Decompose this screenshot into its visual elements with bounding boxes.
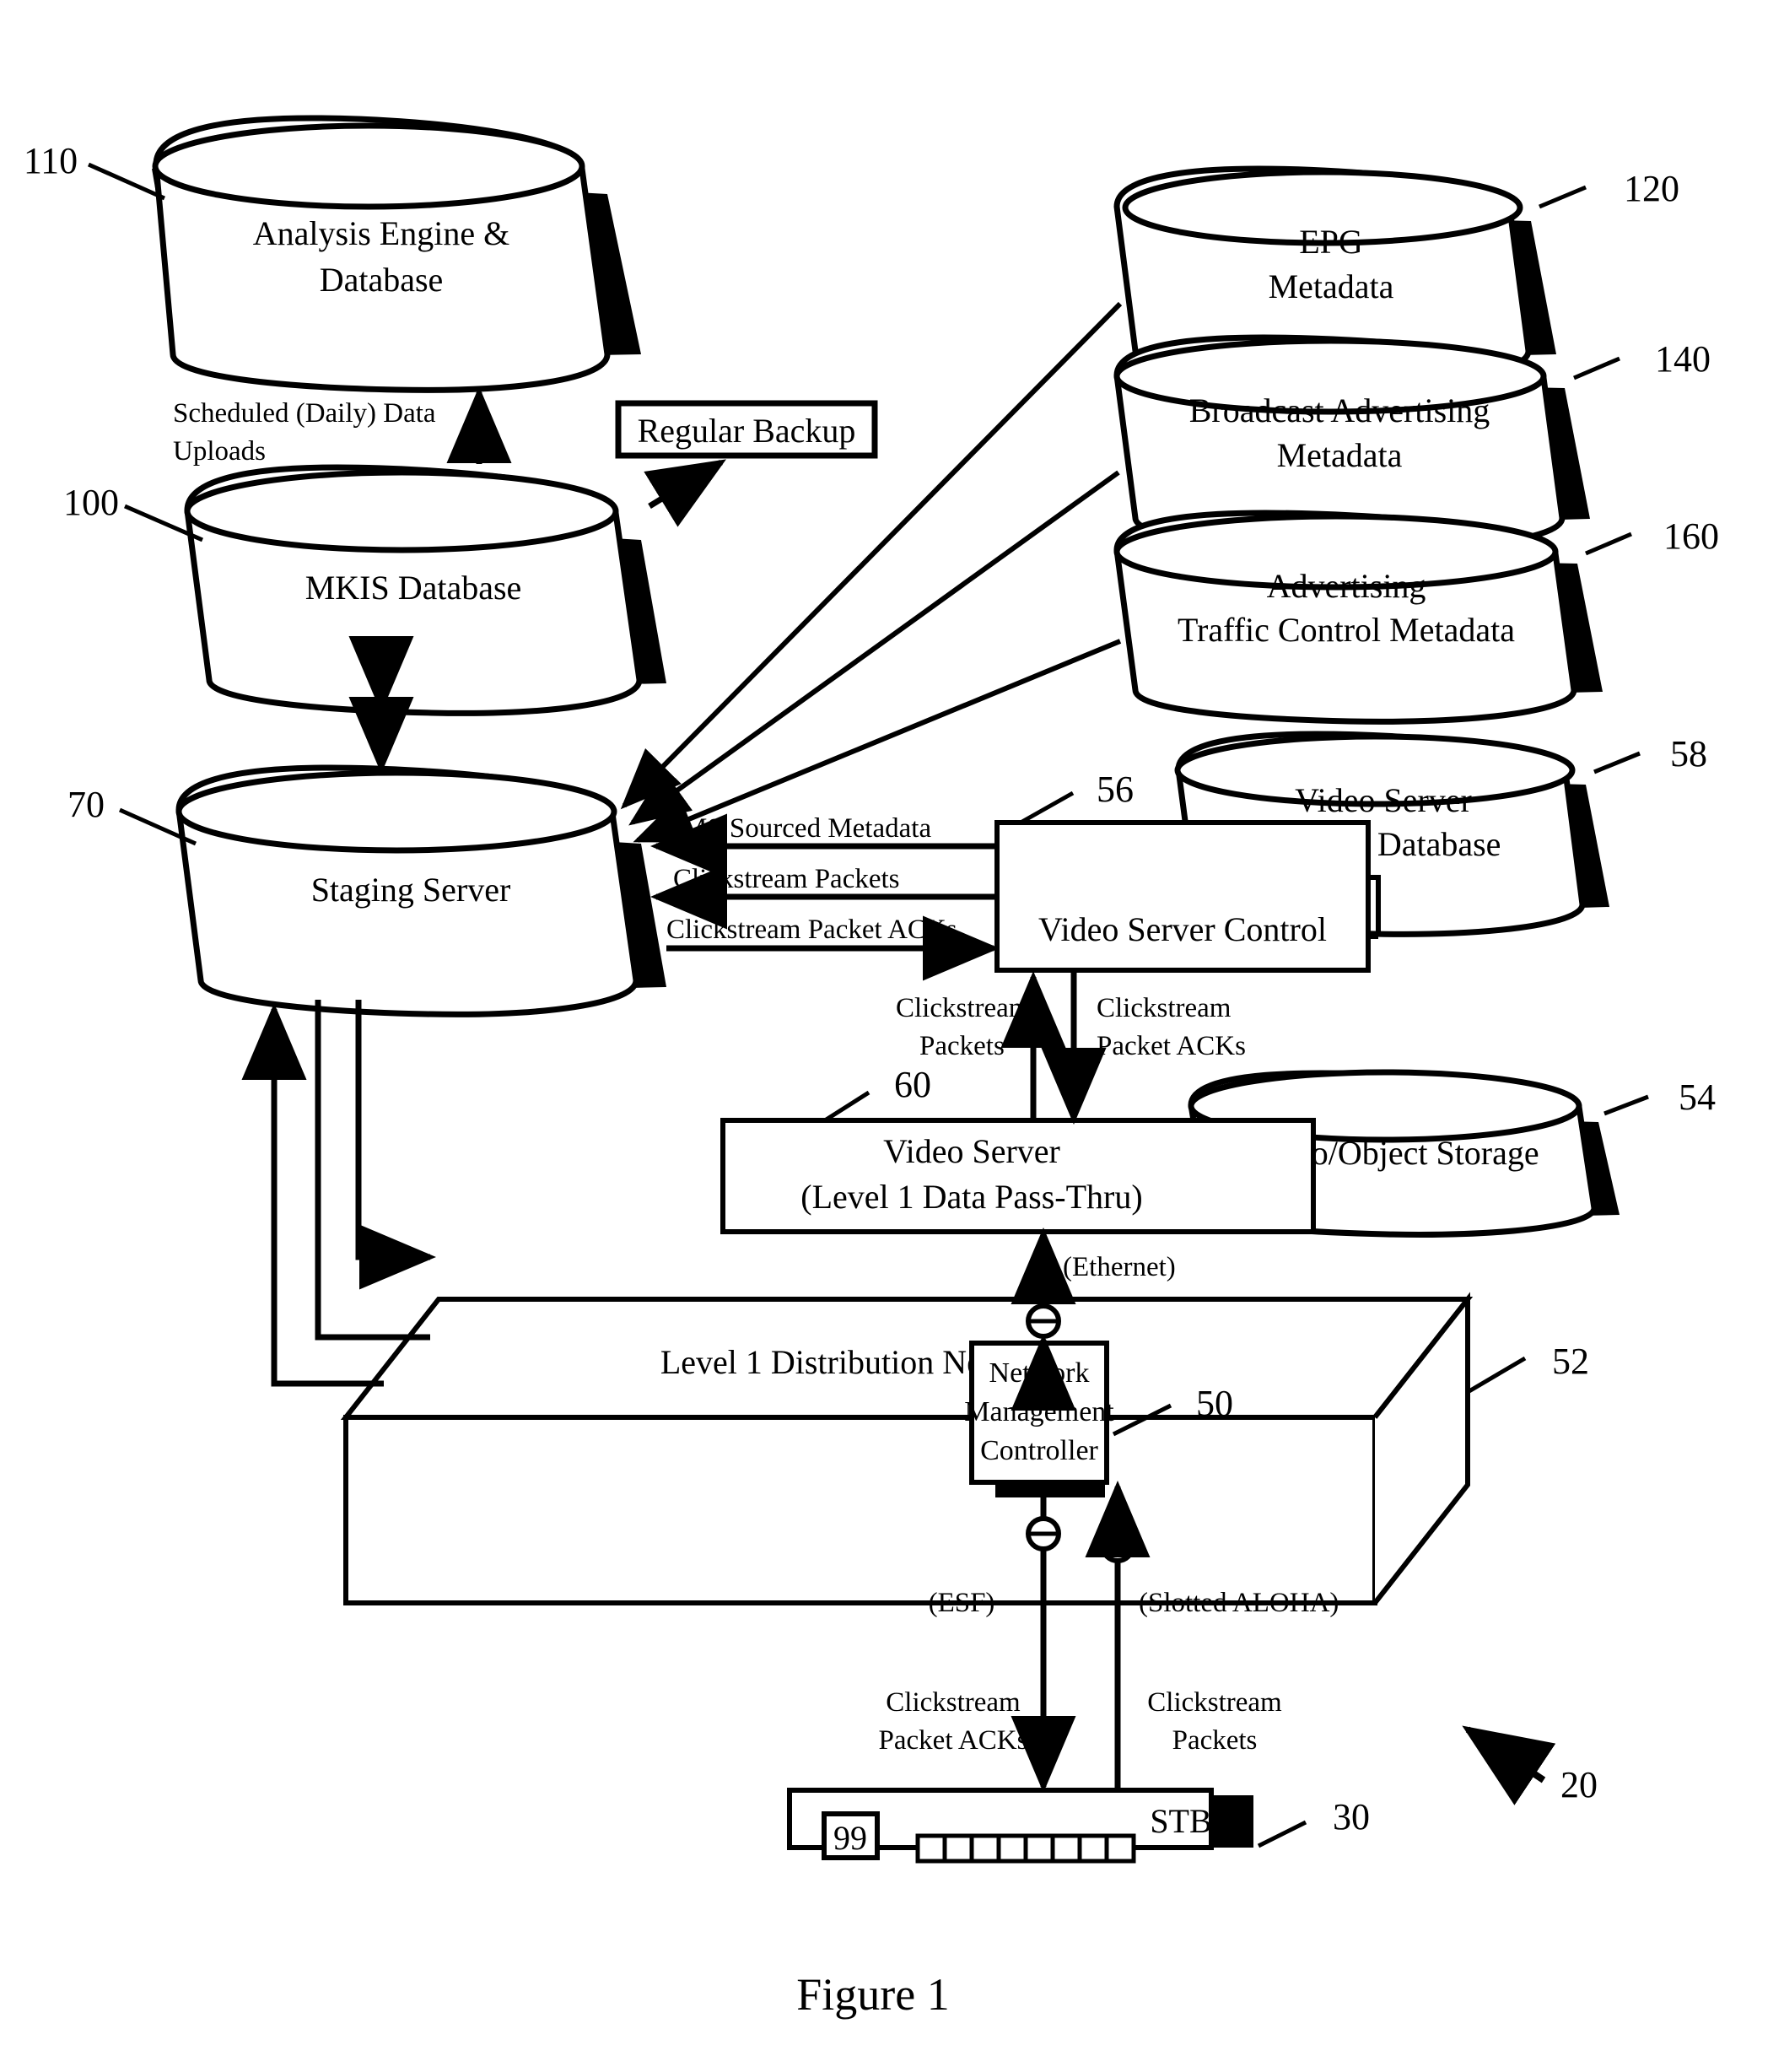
node-regular-backup: Regular Backup <box>615 400 878 459</box>
ad-traffic-label-1: Advertising <box>1267 567 1426 605</box>
ad-traffic-label-2: Traffic Control Metadata <box>1178 611 1515 649</box>
mkis-database-label: MKIS Database <box>305 569 522 607</box>
epg-metadata-label-2: Metadata <box>1269 267 1394 305</box>
ref-160: 160 <box>1663 515 1719 557</box>
epg-metadata-label-1: EPG <box>1299 223 1363 261</box>
stb-channel-display: 99 <box>833 1819 867 1857</box>
ref-140: 140 <box>1655 338 1711 380</box>
flow-vs-packets-1: Clickstream <box>896 993 1031 1023</box>
ref-50: 50 <box>1196 1383 1233 1424</box>
flow-esf: (ESF) <box>929 1588 995 1618</box>
flow-slotted-aloha: (Slotted ALOHA) <box>1139 1588 1339 1618</box>
broadcast-ad-label-2: Metadata <box>1277 436 1403 474</box>
vsc-db-label-1: Video Server <box>1295 781 1472 819</box>
ref-20: 20 <box>1560 1764 1598 1805</box>
nmc-label-2: Management <box>964 1396 1114 1427</box>
nmc-label-1: Network <box>989 1357 1090 1389</box>
flow-stb-acks-2: Packet ACKs <box>879 1725 1028 1756</box>
ref-100: 100 <box>63 482 119 523</box>
patent-figure-1: Analysis Engine & Database 110 MKIS Data… <box>0 0 1784 2072</box>
flow-ims-sourced-metadata: IMS Sourced Metadata <box>673 813 931 844</box>
flow-stb-acks-1: Clickstream <box>886 1687 1021 1718</box>
ref-54: 54 <box>1679 1076 1716 1118</box>
flow-stb-packets-1: Clickstream <box>1147 1687 1282 1718</box>
ref-56: 56 <box>1097 769 1134 810</box>
ref-30: 30 <box>1333 1796 1370 1837</box>
ref-70: 70 <box>67 784 105 825</box>
flow-clickstream-packets: Clickstream Packets <box>673 864 900 894</box>
staging-server-label: Staging Server <box>311 871 511 909</box>
ref-58: 58 <box>1670 733 1707 774</box>
flow-scheduled-uploads-2: Uploads <box>173 436 266 467</box>
video-server-control-label: Video Server Control <box>1038 910 1327 948</box>
video-server-label-2: (Level 1 Data Pass-Thru) <box>800 1178 1142 1216</box>
analysis-engine-label-1: Analysis Engine & <box>253 214 509 252</box>
node-distribution-network: Level 1 Distribution Network 52 <box>340 1292 1589 1605</box>
flow-clickstream-packet-acks: Clickstream Packet ACKs <box>666 915 957 945</box>
analysis-engine-label-2: Database <box>320 261 444 299</box>
video-server-label-1: Video Server <box>883 1132 1060 1170</box>
flow-ethernet: (Ethernet) <box>1063 1252 1176 1282</box>
stb-button-row <box>915 1833 1136 1864</box>
flow-scheduled-uploads-1: Scheduled (Daily) Data <box>173 398 436 429</box>
ref-52: 52 <box>1552 1341 1589 1382</box>
ref-120: 120 <box>1624 168 1679 209</box>
ref-60: 60 <box>894 1064 931 1105</box>
flow-stb-packets-2: Packets <box>1172 1725 1258 1756</box>
flow-vs-acks-1: Clickstream <box>1097 993 1232 1023</box>
flow-vs-packets-2: Packets <box>919 1031 1005 1061</box>
broadcast-ad-label-1: Broadcast Advertising <box>1189 391 1490 429</box>
stb-label: STB <box>1150 1802 1211 1840</box>
flow-vs-acks-2: Packet ACKs <box>1097 1031 1246 1061</box>
regular-backup-label: Regular Backup <box>638 412 856 450</box>
ref-110: 110 <box>24 140 78 181</box>
nmc-label-3: Controller <box>980 1435 1098 1466</box>
figure-caption: Figure 1 <box>796 1969 950 2020</box>
